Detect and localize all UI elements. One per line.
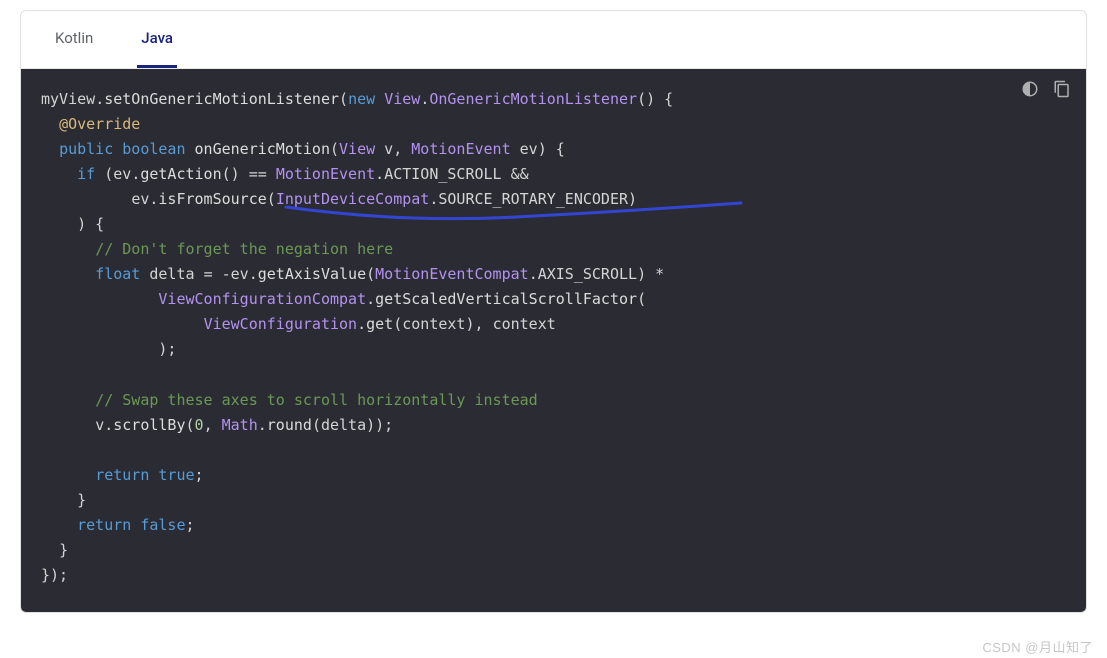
- tab-kotlin[interactable]: Kotlin: [51, 11, 97, 68]
- code-content[interactable]: myView.setOnGenericMotionListener(new Vi…: [41, 87, 1066, 588]
- code-actions: [1020, 79, 1072, 99]
- tab-java[interactable]: Java: [137, 11, 177, 68]
- watermark: CSDN @月山知了: [982, 637, 1093, 656]
- copy-icon[interactable]: [1052, 79, 1072, 99]
- theme-toggle-icon[interactable]: [1020, 79, 1040, 99]
- language-tabs: Kotlin Java: [21, 11, 1086, 69]
- code-card: Kotlin Java myView.setOnGenericMotionLis…: [20, 10, 1087, 613]
- code-block: myView.setOnGenericMotionListener(new Vi…: [21, 69, 1086, 612]
